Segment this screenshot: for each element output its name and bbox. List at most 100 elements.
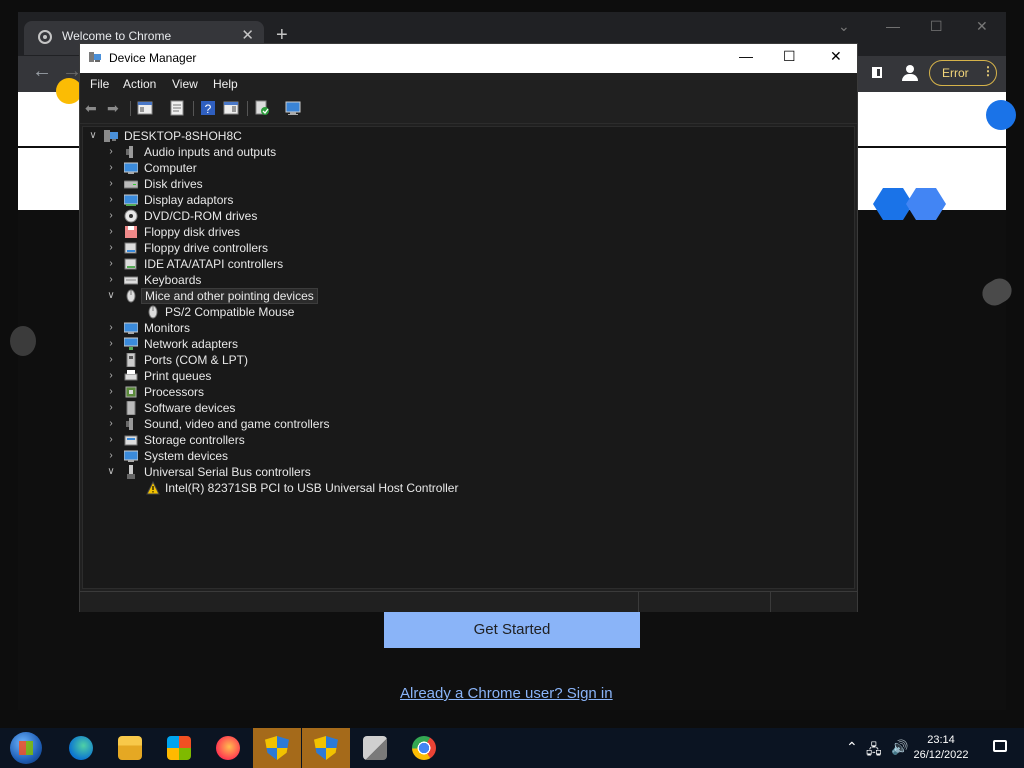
taskbar-store[interactable] xyxy=(155,728,203,768)
clock-date: 26/12/2022 xyxy=(913,749,969,761)
clock-time: 23:14 xyxy=(927,734,955,746)
toolbar-separator xyxy=(247,101,248,116)
taskbar-chrome[interactable] xyxy=(400,728,448,768)
menu-view[interactable]: View xyxy=(172,77,198,91)
decor-shape xyxy=(10,326,36,356)
new-tab-icon[interactable]: + xyxy=(276,25,288,45)
chevron-right-icon[interactable]: › xyxy=(105,352,117,368)
taskbar-device-manager[interactable] xyxy=(351,728,399,768)
computer-icon xyxy=(124,162,138,174)
shield-app-icon xyxy=(314,736,338,760)
scan-hardware-icon[interactable] xyxy=(285,100,301,116)
dvd-icon xyxy=(124,209,138,223)
tree-category-label: Disk drives xyxy=(144,177,203,191)
get-started-button[interactable]: Get Started xyxy=(384,610,640,648)
tree-device-label: Intel(R) 82371SB PCI to USB Universal Ho… xyxy=(165,481,459,495)
side-panel-icon[interactable] xyxy=(872,67,882,78)
notifications-icon[interactable] xyxy=(993,740,1007,752)
back-icon[interactable]: ⬅ xyxy=(85,100,97,116)
properties-icon[interactable] xyxy=(169,100,185,116)
processor-icon xyxy=(125,386,137,398)
chevron-right-icon[interactable]: › xyxy=(105,336,117,352)
chevron-right-icon[interactable]: › xyxy=(105,432,117,448)
chevron-right-icon[interactable]: › xyxy=(105,144,117,160)
maximize-icon[interactable]: ☐ xyxy=(930,18,943,35)
chevron-right-icon[interactable]: › xyxy=(105,192,117,208)
error-button[interactable]: Error ⋮ xyxy=(929,60,997,86)
edge-icon xyxy=(69,736,93,760)
tree-category-label: Print queues xyxy=(144,369,212,383)
menu-help[interactable]: Help xyxy=(213,77,238,91)
firefox-icon xyxy=(216,736,240,760)
taskbar-edge[interactable] xyxy=(57,728,105,768)
show-hide-console-tree-icon[interactable] xyxy=(137,100,153,116)
update-driver-icon[interactable] xyxy=(254,100,270,116)
taskbar-shield-app[interactable] xyxy=(302,728,350,768)
status-divider xyxy=(638,592,639,612)
chevron-down-icon[interactable]: ∨ xyxy=(105,464,117,480)
tree-category-label: Floppy drive controllers xyxy=(144,241,269,255)
forward-icon[interactable]: ➡ xyxy=(107,100,119,116)
sign-in-link[interactable]: Already a Chrome user? Sign in xyxy=(400,685,613,702)
chevron-right-icon[interactable]: › xyxy=(105,272,117,288)
taskbar-file-explorer[interactable] xyxy=(106,728,154,768)
controller-icon xyxy=(124,242,137,254)
globe-icon xyxy=(38,30,52,44)
minimize-icon[interactable]: — xyxy=(739,48,753,64)
network-adapter-icon xyxy=(124,337,138,350)
chevron-right-icon[interactable]: › xyxy=(105,208,117,224)
menu-action[interactable]: Action xyxy=(123,77,156,91)
chevron-right-icon[interactable]: › xyxy=(105,400,117,416)
chevron-right-icon[interactable]: › xyxy=(105,256,117,272)
maximize-icon[interactable]: ☐ xyxy=(783,48,796,65)
chevron-right-icon[interactable]: › xyxy=(105,368,117,384)
volume-icon[interactable]: 🔊 xyxy=(891,739,908,756)
show-hidden-icons-icon[interactable]: ⌃ xyxy=(846,739,858,756)
chevron-down-icon[interactable]: ∨ xyxy=(87,128,99,144)
chevron-right-icon[interactable]: › xyxy=(105,320,117,336)
tree-category-label: Ports (COM & LPT) xyxy=(144,353,249,367)
shield-app-icon xyxy=(265,736,289,760)
profile-icon[interactable] xyxy=(901,64,919,82)
printer-icon xyxy=(124,370,138,381)
chevron-down-icon[interactable]: ∨ xyxy=(105,288,117,304)
computer-icon xyxy=(104,130,118,142)
speaker-icon xyxy=(126,418,133,430)
network-icon[interactable]: 🖧 xyxy=(866,739,882,763)
chevron-right-icon[interactable]: › xyxy=(105,448,117,464)
chevron-right-icon[interactable]: › xyxy=(105,416,117,432)
chevron-right-icon[interactable]: › xyxy=(105,240,117,256)
start-button[interactable] xyxy=(10,732,42,764)
toolbar: ⬅ ➡ ? xyxy=(80,95,857,124)
action-pane-icon[interactable] xyxy=(223,100,239,116)
clock[interactable]: 23:14 26/12/2022 xyxy=(908,733,974,763)
status-bar xyxy=(80,591,857,612)
taskbar-firefox[interactable] xyxy=(204,728,252,768)
tree-category-label: DVD/CD-ROM drives xyxy=(144,209,258,223)
taskbar-shield-app[interactable] xyxy=(253,728,301,768)
window-title: Device Manager xyxy=(109,51,197,65)
mouse-icon xyxy=(148,305,158,319)
menu-file[interactable]: File xyxy=(90,77,109,91)
monitor-icon xyxy=(124,322,138,334)
tab-search-icon[interactable]: ⌄ xyxy=(838,18,850,35)
floppy-icon xyxy=(125,226,137,238)
chevron-right-icon[interactable]: › xyxy=(105,384,117,400)
tree-category-label: Processors xyxy=(144,385,205,399)
back-icon[interactable]: ← xyxy=(32,60,52,83)
chevron-right-icon[interactable]: › xyxy=(105,224,117,240)
close-icon[interactable]: ✕ xyxy=(976,18,988,35)
close-icon[interactable]: ✕ xyxy=(830,48,842,65)
usb-icon xyxy=(127,465,135,479)
tab-close-icon[interactable]: ✕ xyxy=(241,26,254,44)
device-manager-titlebar[interactable]: Device Manager — ☐ ✕ xyxy=(80,44,857,73)
chevron-right-icon[interactable]: › xyxy=(105,160,117,176)
minimize-icon[interactable]: — xyxy=(886,18,900,34)
toolbar-separator xyxy=(130,101,131,116)
display-adaptor-icon xyxy=(124,194,138,206)
help-icon[interactable]: ? xyxy=(200,100,216,116)
device-tree[interactable]: ∨ DESKTOP-8SHOH8C › Audio inputs and outp… xyxy=(82,126,855,589)
tree-category-label: IDE ATA/ATAPI controllers xyxy=(144,257,284,271)
chevron-right-icon[interactable]: › xyxy=(105,176,117,192)
tree-device-label: PS/2 Compatible Mouse xyxy=(165,305,295,319)
